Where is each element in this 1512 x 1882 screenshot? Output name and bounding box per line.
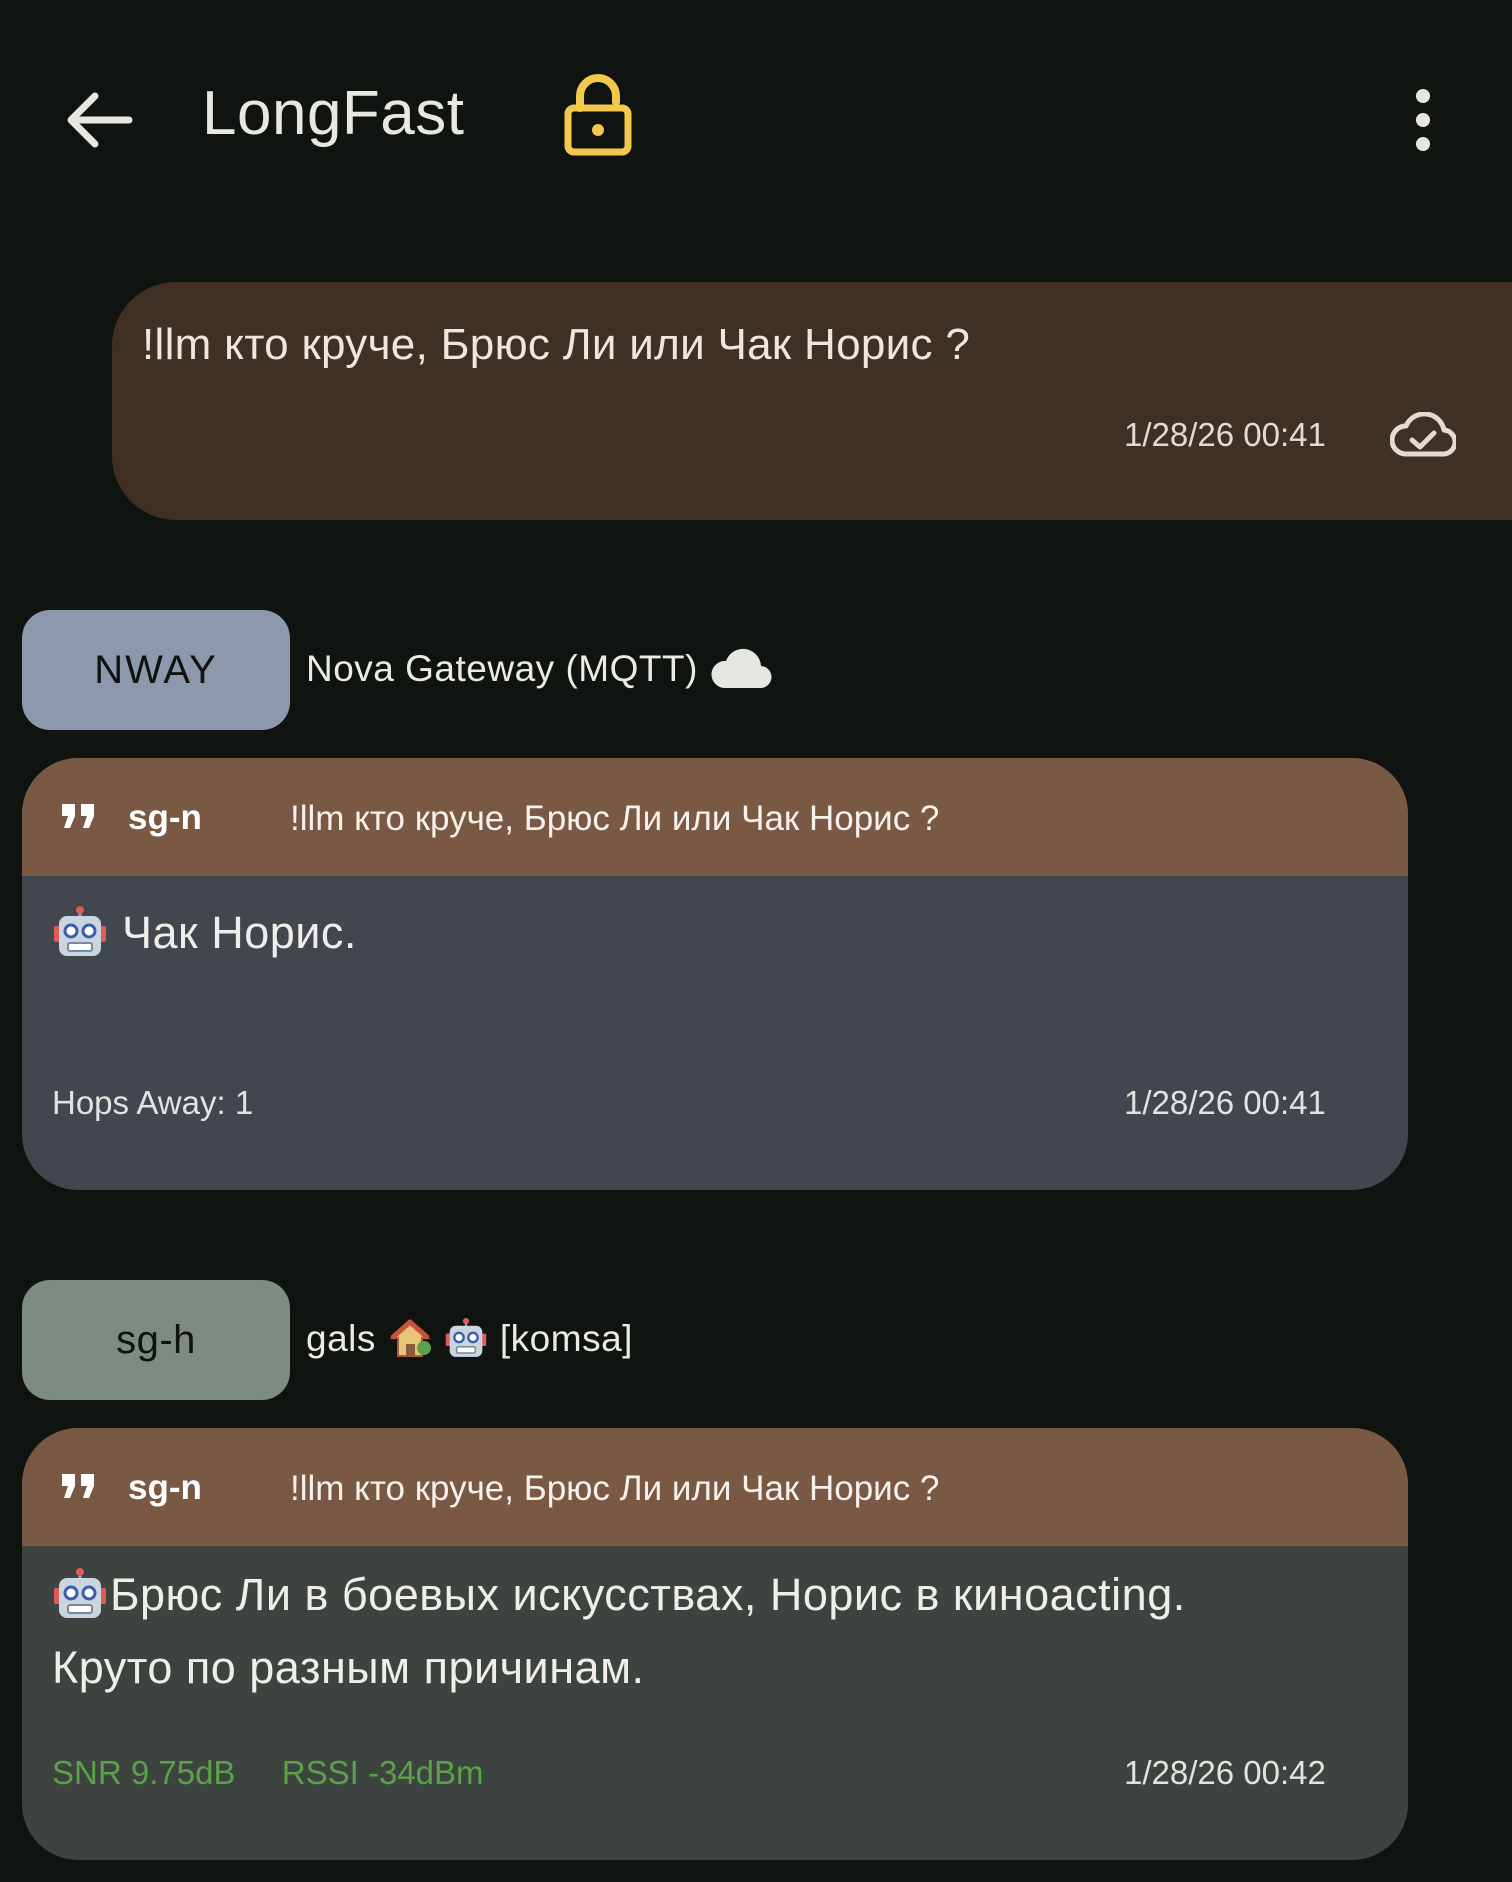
outgoing-message-bubble[interactable]: !llm кто круче, Брюс Ли или Чак Норис ? …	[112, 282, 1512, 520]
incoming-message-card[interactable]: sg-n !llm кто круче, Брюс Ли или Чак Нор…	[22, 758, 1408, 1190]
message-text: Чак Норис.	[122, 907, 357, 958]
cloud-check-icon	[1390, 412, 1456, 457]
reply-quote-bar[interactable]: sg-n !llm кто круче, Брюс Ли или Чак Нор…	[22, 758, 1408, 876]
message-text: !llm кто круче, Брюс Ли или Чак Норис ?	[142, 320, 971, 369]
sender-long-name: Nova Gateway (MQTT)	[306, 648, 698, 689]
encryption-lock-button[interactable]	[560, 72, 636, 158]
message-timestamp: 1/28/26 00:41	[1124, 1084, 1326, 1121]
lock-open-icon	[564, 74, 632, 156]
format-quote-icon	[62, 1474, 94, 1498]
signal-info: SNR 9.75dB RSSI -34dBm	[52, 1754, 484, 1792]
message-timestamp: 1/28/26 00:41	[1124, 416, 1326, 453]
quoted-user: sg-n	[128, 1468, 202, 1507]
arrow-left-icon	[67, 92, 133, 148]
channel-title: LongFast	[202, 79, 465, 148]
message-text-line: Брюс Ли в боевых искусствах, Норис в кин…	[52, 1558, 1186, 1631]
message-timestamp: 1/28/26 00:42	[1124, 1754, 1326, 1791]
reply-quote-bar[interactable]: sg-n !llm кто круче, Брюс Ли или Чак Нор…	[22, 1428, 1408, 1546]
more-vertical-icon	[1416, 89, 1430, 151]
sender-tag: [komsa]	[499, 1318, 633, 1359]
back-button[interactable]	[58, 80, 138, 160]
sender-avatar-chip[interactable]: sg-h	[22, 1280, 290, 1400]
cloud-icon	[711, 648, 772, 689]
message-text-row: Чак Норис.	[52, 896, 357, 969]
message-text-line2: Круто по разным причинам.	[52, 1642, 645, 1693]
sender-name: Nova Gateway (MQTT)	[306, 648, 772, 690]
overflow-menu-button[interactable]	[1388, 80, 1458, 160]
sender-name: gals [komsa]	[306, 1318, 633, 1360]
rssi-value: RSSI -34dBm	[281, 1754, 484, 1791]
house-emoji-icon	[389, 1319, 431, 1357]
quoted-text: !llm кто круче, Брюс Ли или Чак Норис ?	[290, 799, 940, 838]
message-text: Брюс Ли в боевых искусствах, Норис в кин…	[52, 1558, 1186, 1704]
robot-emoji-icon	[54, 1567, 106, 1618]
snr-value: SNR 9.75dB	[52, 1754, 236, 1791]
sender-avatar-chip[interactable]: NWAY	[22, 610, 290, 730]
top-app-bar: LongFast	[0, 0, 1512, 236]
incoming-message-card[interactable]: sg-n !llm кто круче, Брюс Ли или Чак Нор…	[22, 1428, 1408, 1860]
hops-away-label: Hops Away: 1	[52, 1084, 254, 1121]
robot-emoji-icon	[445, 1318, 487, 1357]
sender-row: sg-h gals [komsa]	[22, 1280, 1222, 1400]
quoted-user: sg-n	[128, 798, 202, 837]
quoted-text: !llm кто круче, Брюс Ли или Чак Норис ?	[290, 1469, 940, 1508]
robot-emoji-icon	[54, 905, 106, 956]
sender-long-name: gals	[306, 1318, 376, 1359]
sender-row: NWAY Nova Gateway (MQTT)	[22, 610, 1222, 730]
format-quote-icon	[62, 804, 94, 828]
message-text-line1: Брюс Ли в боевых искусствах, Норис в кин…	[110, 1569, 1186, 1620]
